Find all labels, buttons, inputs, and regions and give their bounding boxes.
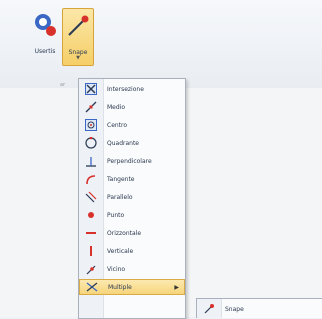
menu-item-point[interactable]: Punto — [79, 207, 185, 223]
snap-icon — [63, 11, 93, 41]
menu-item-label: Quadrante — [107, 139, 140, 147]
user-snap-label: Usertis — [34, 48, 56, 55]
chevron-down-icon: ▼ — [76, 55, 80, 61]
menu-item-nearest[interactable]: Vicino — [79, 261, 185, 277]
menu-item-label: Orizzontale — [107, 229, 142, 237]
menu-item-label: Multiple — [108, 283, 132, 291]
tangent-icon — [79, 171, 103, 187]
menu-item-multiple[interactable]: Multiple ▶ — [79, 279, 185, 295]
multiple-submenu: Snape — [196, 298, 322, 318]
user-snap-button[interactable]: Usertis — [30, 8, 60, 64]
ribbon-toolbar: Usertis Snape ▼ ar — [0, 0, 322, 89]
menu-item-label: Intersezione — [107, 85, 144, 93]
submenu-arrow-icon: ▶ — [174, 283, 179, 291]
snap-icon — [197, 303, 221, 315]
menu-item-parallel[interactable]: Parallelo — [79, 189, 185, 205]
point-icon — [79, 207, 103, 223]
snap-button[interactable]: Snape ▼ — [62, 8, 94, 66]
parallel-icon — [79, 189, 103, 205]
menu-item-label: Medio — [107, 103, 126, 111]
menu-item-center[interactable]: Centro — [79, 117, 185, 133]
menu-item-label: Vicino — [107, 265, 126, 273]
nearest-icon — [79, 261, 103, 277]
midpoint-icon — [79, 99, 103, 115]
perpendicular-icon — [79, 153, 103, 169]
center-icon — [79, 117, 103, 133]
menu-item-label: Punto — [107, 211, 125, 219]
submenu-item-snap[interactable]: Snape — [197, 302, 244, 316]
menu-item-label: Perpendicolare — [107, 157, 152, 165]
menu-item-horizontal[interactable]: Orizzontale — [79, 225, 185, 241]
menu-item-label: Verticale — [107, 247, 134, 255]
multiple-icon — [80, 279, 104, 295]
quadrant-icon — [79, 135, 103, 151]
menu-item-quadrant[interactable]: Quadrante — [79, 135, 185, 151]
snap-dropdown-menu: Intersezione Medio Centro Quadrante Perp… — [78, 78, 186, 319]
menu-item-midpoint[interactable]: Medio — [79, 99, 185, 115]
menu-item-label: Parallelo — [107, 193, 133, 201]
intersection-icon — [79, 81, 103, 97]
menu-item-intersection[interactable]: Intersezione — [79, 81, 185, 97]
submenu-item-label: Snape — [225, 305, 244, 313]
user-snap-icon — [30, 10, 60, 40]
menu-item-tangent[interactable]: Tangente — [79, 171, 185, 187]
vertical-icon — [79, 243, 103, 259]
menu-item-perpendicular[interactable]: Perpendicolare — [79, 153, 185, 169]
horizontal-icon — [79, 225, 103, 241]
menu-item-label: Tangente — [107, 175, 135, 183]
menu-item-vertical[interactable]: Verticale — [79, 243, 185, 259]
menu-item-label: Centro — [107, 121, 128, 129]
